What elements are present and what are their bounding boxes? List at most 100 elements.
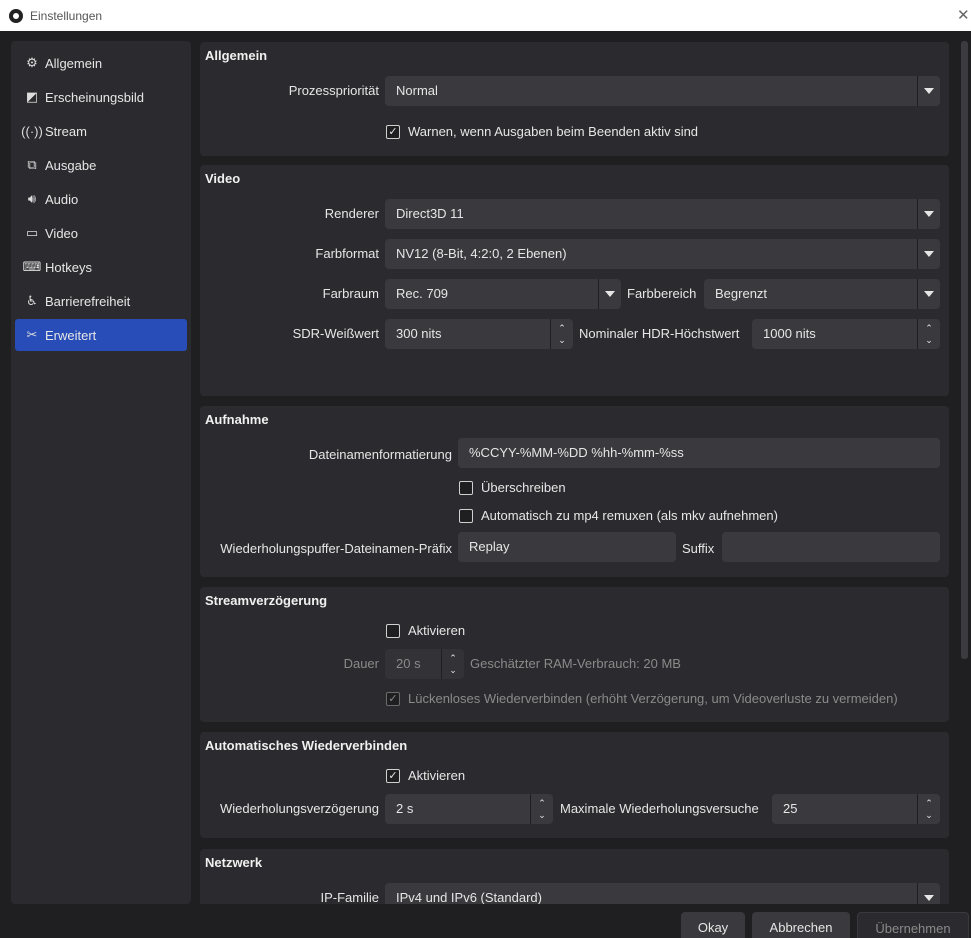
renderer-select[interactable]: Direct3D 11 <box>385 199 940 229</box>
replay-prefix-label: Wiederholungspuffer-Dateinamen-Präfix <box>220 541 452 556</box>
sidebar-item-ausgabe[interactable]: ⧉ Ausgabe <box>15 149 187 181</box>
chevron-down-icon[interactable] <box>917 883 940 904</box>
sidebar-item-erscheinungsbild[interactable]: ◩ Erscheinungsbild <box>15 81 187 113</box>
sdr-white-label: SDR-Weißwert <box>292 326 379 341</box>
stepper-buttons[interactable]: ⌃ ⌄ <box>550 319 573 349</box>
chevron-down-icon[interactable] <box>917 239 940 269</box>
ok-button[interactable]: Okay <box>681 912 745 938</box>
checkbox-unchecked-icon[interactable] <box>459 480 473 495</box>
checkbox-checked-icon[interactable]: ✓ <box>386 691 400 706</box>
group-title: Aufnahme <box>205 412 269 427</box>
filename-format-input[interactable]: %CCYY-%MM-%DD %hh-%mm-%ss <box>458 438 940 468</box>
stepper-buttons[interactable]: ⌃ ⌄ <box>917 794 940 824</box>
group-allgemein: Allgemein Prozesspriorität Normal ✓ Warn… <box>200 42 949 156</box>
group-title: Streamverzögerung <box>205 593 328 608</box>
group-aufnahme: Aufnahme Dateinamenformatierung %CCYY-%M… <box>200 406 949 577</box>
chevron-down-icon[interactable]: ⌄ <box>925 809 933 821</box>
duration-value: 20 s <box>396 656 421 671</box>
seamless-reconnect-checkbox[interactable]: ✓ Lückenloses Wiederverbinden (erhöht Ve… <box>386 691 898 706</box>
chevron-down-icon[interactable] <box>917 279 940 309</box>
color-format-select[interactable]: NV12 (8-Bit, 4:2:0, 2 Ebenen) <box>385 239 940 269</box>
window-titlebar: Einstellungen ✕ <box>0 0 971 31</box>
sidebar-item-hotkeys[interactable]: ⌨ Hotkeys <box>15 251 187 283</box>
color-space-select[interactable]: Rec. 709 <box>385 279 621 309</box>
stepper-buttons[interactable]: ⌃ ⌄ <box>441 649 464 679</box>
checkbox-unchecked-icon[interactable] <box>386 623 400 638</box>
sdr-white-stepper[interactable]: 300 nits ⌃ ⌄ <box>385 319 573 349</box>
delay-enable-label: Aktivieren <box>408 623 466 638</box>
chevron-up-icon[interactable]: ⌃ <box>538 797 546 809</box>
chevron-down-icon[interactable]: ⌄ <box>925 334 933 346</box>
max-retries-stepper[interactable]: 25 ⌃ ⌄ <box>772 794 940 824</box>
hdr-peak-stepper[interactable]: 1000 nits ⌃ ⌄ <box>752 319 940 349</box>
checkbox-checked-icon[interactable]: ✓ <box>386 768 400 783</box>
tools-icon: ✂ <box>26 327 38 342</box>
chevron-down-icon[interactable]: ⌄ <box>449 664 457 676</box>
stepper-buttons[interactable]: ⌃ ⌄ <box>530 794 553 824</box>
hdr-peak-label: Nominaler HDR-Höchstwert <box>579 326 740 341</box>
priority-value: Normal <box>396 83 438 98</box>
apply-button[interactable]: Übernehmen <box>857 912 969 938</box>
chevron-down-icon[interactable] <box>598 279 621 309</box>
chevron-down-icon[interactable]: ⌄ <box>558 334 566 346</box>
suffix-input[interactable] <box>722 532 940 562</box>
renderer-value: Direct3D 11 <box>396 206 464 221</box>
window-title: Einstellungen <box>30 8 103 23</box>
retry-delay-stepper[interactable]: 2 s ⌃ ⌄ <box>385 794 553 824</box>
ip-family-label: IP-Familie <box>320 890 379 904</box>
chevron-up-icon[interactable]: ⌃ <box>925 797 933 809</box>
content-scrollbar[interactable] <box>958 41 970 904</box>
overwrite-checkbox[interactable]: Überschreiben <box>459 480 566 495</box>
monitor-icon: ▭ <box>25 225 39 240</box>
delay-enable-checkbox[interactable]: Aktivieren <box>386 623 465 638</box>
remux-checkbox[interactable]: Automatisch zu mp4 remuxen (als mkv aufn… <box>459 508 778 523</box>
ip-family-select[interactable]: IPv4 und IPv6 (Standard) <box>385 883 940 904</box>
duration-label: Dauer <box>343 656 379 671</box>
duration-stepper[interactable]: 20 s ⌃ ⌄ <box>385 649 464 679</box>
priority-select[interactable]: Normal <box>385 76 940 106</box>
close-icon[interactable]: ✕ <box>957 0 971 31</box>
color-range-label: Farbbereich <box>627 286 697 301</box>
group-netzwerk: Netzwerk IP-Familie IPv4 und IPv6 (Stand… <box>200 849 949 904</box>
replay-prefix-input[interactable]: Replay <box>458 532 676 562</box>
speaker-icon: 🔊︎ <box>27 191 37 206</box>
sidebar-item-label: Video <box>45 225 79 241</box>
seamless-reconnect-label: Lückenloses Wiederverbinden (erhöht Verz… <box>408 691 898 706</box>
sidebar-item-label: Allgemein <box>45 55 103 71</box>
sidebar-item-allgemein[interactable]: ⚙ Allgemein <box>15 47 187 79</box>
reconnect-enable-checkbox[interactable]: ✓ Aktivieren <box>386 768 465 783</box>
max-retries-value: 25 <box>783 801 798 816</box>
sidebar-item-label: Audio <box>45 191 79 207</box>
warn-checkbox-label: Warnen, wenn Ausgaben beim Beenden aktiv… <box>408 124 699 139</box>
scrollbar-thumb[interactable] <box>961 41 968 659</box>
chevron-down-icon[interactable] <box>917 199 940 229</box>
chevron-up-icon[interactable]: ⌃ <box>925 322 933 334</box>
chevron-down-icon[interactable]: ⌄ <box>538 809 546 821</box>
sidebar-item-label: Stream <box>45 123 87 139</box>
settings-sidebar: ⚙ Allgemein ◩ Erscheinungsbild ((·)) Str… <box>11 41 191 904</box>
color-space-label: Farbraum <box>322 286 379 301</box>
chevron-down-icon[interactable] <box>917 76 940 106</box>
chevron-up-icon[interactable]: ⌃ <box>558 322 566 334</box>
cancel-button[interactable]: Abbrechen <box>752 912 850 938</box>
reconnect-enable-label: Aktivieren <box>408 768 466 783</box>
max-retries-label: Maximale Wiederholungsversuche <box>560 801 759 816</box>
stepper-buttons[interactable]: ⌃ ⌄ <box>917 319 940 349</box>
color-range-value: Begrenzt <box>715 286 768 301</box>
sidebar-item-stream[interactable]: ((·)) Stream <box>15 115 187 147</box>
sidebar-item-barrierefreiheit[interactable]: ♿︎ Barrierefreiheit <box>15 285 187 317</box>
group-auto-reconnect: Automatisches Wiederverbinden ✓ Aktivier… <box>200 732 949 838</box>
checkbox-unchecked-icon[interactable] <box>459 508 473 523</box>
retry-delay-label: Wiederholungsverzögerung <box>220 801 379 816</box>
color-range-select[interactable]: Begrenzt <box>704 279 940 309</box>
sidebar-item-video[interactable]: ▭ Video <box>15 217 187 249</box>
sidebar-item-audio[interactable]: 🔊︎ Audio <box>15 183 187 215</box>
warn-checkbox[interactable]: ✓ Warnen, wenn Ausgaben beim Beenden akt… <box>386 124 698 139</box>
keyboard-icon: ⌨ <box>22 259 42 274</box>
sdr-white-value: 300 nits <box>396 326 442 341</box>
gear-icon: ⚙ <box>26 55 38 70</box>
output-icon: ⧉ <box>27 157 37 172</box>
checkbox-checked-icon[interactable]: ✓ <box>386 124 400 139</box>
sidebar-item-erweitert[interactable]: ✂ Erweitert <box>15 319 187 351</box>
chevron-up-icon[interactable]: ⌃ <box>449 652 457 664</box>
